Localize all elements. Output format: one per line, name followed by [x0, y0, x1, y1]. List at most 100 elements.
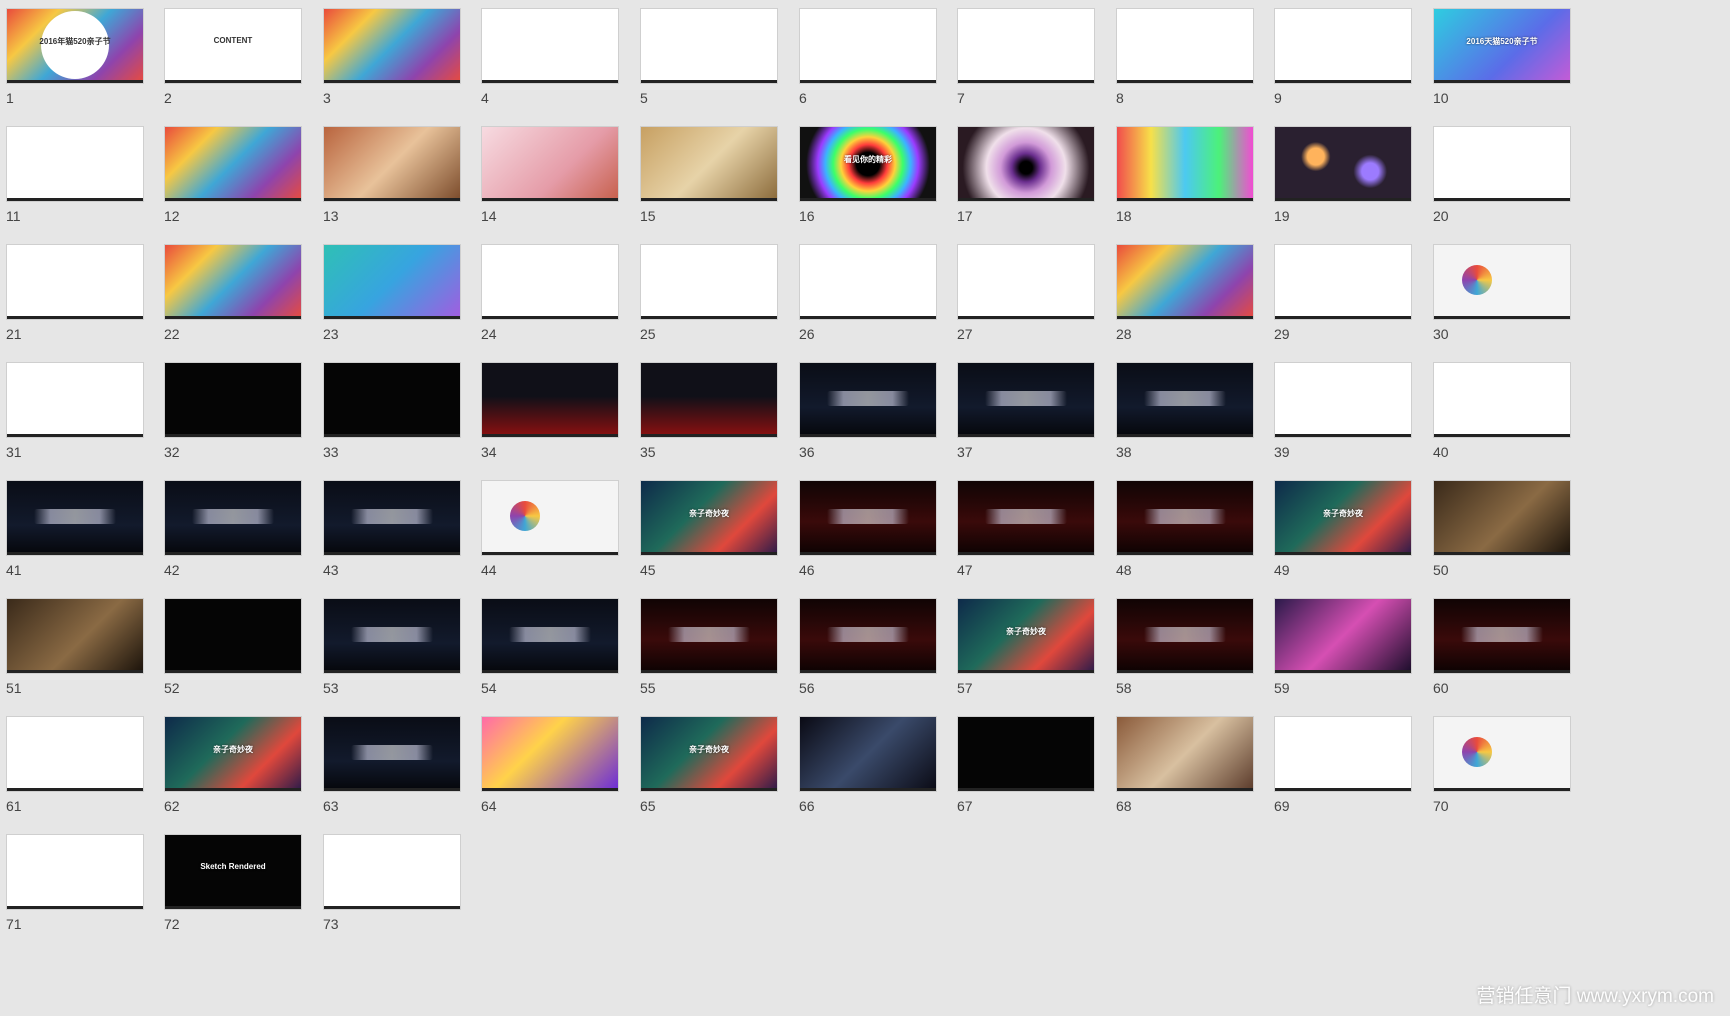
slide-preview[interactable] — [1116, 126, 1254, 202]
slide-preview[interactable]: CONTENT — [164, 8, 302, 84]
slide-preview[interactable] — [1116, 244, 1254, 320]
slide-preview[interactable] — [957, 362, 1095, 438]
slide-preview[interactable] — [323, 244, 461, 320]
slide-thumbnail[interactable]: 13 — [317, 118, 461, 228]
slide-preview[interactable] — [481, 716, 619, 792]
slide-thumbnail[interactable]: 66 — [793, 708, 937, 818]
slide-thumbnail[interactable]: 11 — [0, 118, 144, 228]
slide-thumbnail[interactable]: 46 — [793, 472, 937, 582]
slide-thumbnail[interactable]: 30 — [1427, 236, 1571, 346]
slide-thumbnail[interactable]: 70 — [1427, 708, 1571, 818]
slide-thumbnail[interactable]: 26 — [793, 236, 937, 346]
slide-preview[interactable] — [799, 480, 937, 556]
slide-thumbnail[interactable]: 68 — [1110, 708, 1254, 818]
slide-preview[interactable] — [6, 598, 144, 674]
slide-thumbnail[interactable]: 36 — [793, 354, 937, 464]
slide-preview[interactable] — [957, 8, 1095, 84]
slide-thumbnail[interactable]: 61 — [0, 708, 144, 818]
slide-preview[interactable] — [799, 598, 937, 674]
slide-preview[interactable] — [1116, 8, 1254, 84]
slide-thumbnail[interactable]: 4 — [475, 0, 619, 110]
slide-preview[interactable]: 亲子奇妙夜 — [640, 716, 778, 792]
slide-thumbnail[interactable]: 69 — [1268, 708, 1412, 818]
slide-thumbnail[interactable]: 48 — [1110, 472, 1254, 582]
slide-thumbnail[interactable]: 27 — [951, 236, 1095, 346]
slide-preview[interactable]: 亲子奇妙夜 — [164, 716, 302, 792]
slide-preview[interactable]: 2016天猫520亲子节 — [1433, 8, 1571, 84]
slide-preview[interactable] — [1274, 716, 1412, 792]
slide-preview[interactable] — [481, 126, 619, 202]
slide-thumbnail[interactable]: 亲子奇妙夜 45 — [634, 472, 778, 582]
slide-preview[interactable] — [164, 480, 302, 556]
slide-preview[interactable] — [323, 598, 461, 674]
slide-preview[interactable] — [1433, 716, 1571, 792]
slide-thumbnail[interactable]: 24 — [475, 236, 619, 346]
slide-thumbnail[interactable]: 33 — [317, 354, 461, 464]
slide-thumbnail[interactable]: 73 — [317, 826, 461, 936]
slide-thumbnail[interactable]: 5 — [634, 0, 778, 110]
slide-preview[interactable] — [799, 362, 937, 438]
slide-thumbnail[interactable]: 25 — [634, 236, 778, 346]
slide-preview[interactable] — [481, 598, 619, 674]
slide-thumbnail[interactable]: 看见你的精彩 16 — [793, 118, 937, 228]
slide-thumbnail[interactable]: 44 — [475, 472, 619, 582]
slide-thumbnail[interactable]: 59 — [1268, 590, 1412, 700]
slide-preview[interactable] — [6, 834, 144, 910]
slide-preview[interactable] — [957, 126, 1095, 202]
slide-thumbnail[interactable]: 35 — [634, 354, 778, 464]
slide-thumbnail[interactable]: 29 — [1268, 236, 1412, 346]
slide-thumbnail[interactable]: 2016年猫520亲子节 1 — [0, 0, 144, 110]
slide-thumbnail[interactable]: 40 — [1427, 354, 1571, 464]
slide-thumbnail[interactable]: 58 — [1110, 590, 1254, 700]
slide-thumbnail[interactable]: 67 — [951, 708, 1095, 818]
slide-thumbnail[interactable]: 60 — [1427, 590, 1571, 700]
slide-preview[interactable] — [481, 244, 619, 320]
slide-preview[interactable] — [640, 8, 778, 84]
slide-thumbnail[interactable]: 亲子奇妙夜 65 — [634, 708, 778, 818]
slide-thumbnail[interactable]: 71 — [0, 826, 144, 936]
slide-preview[interactable]: 亲子奇妙夜 — [1274, 480, 1412, 556]
slide-thumbnail[interactable]: 63 — [317, 708, 461, 818]
slide-thumbnail[interactable]: Sketch Rendered 72 — [158, 826, 302, 936]
slide-thumbnail[interactable]: 32 — [158, 354, 302, 464]
slide-thumbnail[interactable]: 14 — [475, 118, 619, 228]
slide-preview[interactable] — [164, 244, 302, 320]
slide-preview[interactable] — [6, 480, 144, 556]
slide-thumbnail[interactable]: 37 — [951, 354, 1095, 464]
slide-preview[interactable] — [164, 362, 302, 438]
slide-thumbnail[interactable]: CONTENT 2 — [158, 0, 302, 110]
slide-preview[interactable] — [640, 244, 778, 320]
slide-thumbnail[interactable]: 3 — [317, 0, 461, 110]
slide-preview[interactable] — [957, 480, 1095, 556]
slide-preview[interactable] — [1274, 244, 1412, 320]
slide-preview[interactable] — [6, 716, 144, 792]
slide-thumbnail[interactable]: 15 — [634, 118, 778, 228]
slide-thumbnail[interactable]: 12 — [158, 118, 302, 228]
slide-preview[interactable] — [1274, 598, 1412, 674]
slide-preview[interactable] — [1274, 362, 1412, 438]
slide-thumbnail[interactable]: 31 — [0, 354, 144, 464]
slide-preview[interactable] — [640, 126, 778, 202]
slide-thumbnail[interactable]: 17 — [951, 118, 1095, 228]
slide-thumbnail[interactable]: 52 — [158, 590, 302, 700]
slide-preview[interactable] — [323, 362, 461, 438]
slide-thumbnail[interactable]: 7 — [951, 0, 1095, 110]
slide-thumbnail[interactable]: 亲子奇妙夜 49 — [1268, 472, 1412, 582]
slide-thumbnail[interactable]: 55 — [634, 590, 778, 700]
slide-thumbnail[interactable]: 34 — [475, 354, 619, 464]
slide-preview[interactable] — [640, 598, 778, 674]
slide-preview[interactable] — [1433, 598, 1571, 674]
slide-preview[interactable]: 2016年猫520亲子节 — [6, 8, 144, 84]
slide-thumbnail[interactable]: 42 — [158, 472, 302, 582]
slide-thumbnail[interactable]: 64 — [475, 708, 619, 818]
slide-preview[interactable] — [799, 244, 937, 320]
slide-thumbnail[interactable]: 8 — [1110, 0, 1254, 110]
slide-preview[interactable] — [323, 716, 461, 792]
slide-thumbnail[interactable]: 47 — [951, 472, 1095, 582]
slide-preview[interactable] — [1433, 362, 1571, 438]
slide-thumbnail[interactable]: 亲子奇妙夜 62 — [158, 708, 302, 818]
slide-thumbnail[interactable]: 22 — [158, 236, 302, 346]
slide-preview[interactable] — [799, 716, 937, 792]
slide-preview[interactable] — [799, 8, 937, 84]
slide-thumbnail[interactable]: 41 — [0, 472, 144, 582]
